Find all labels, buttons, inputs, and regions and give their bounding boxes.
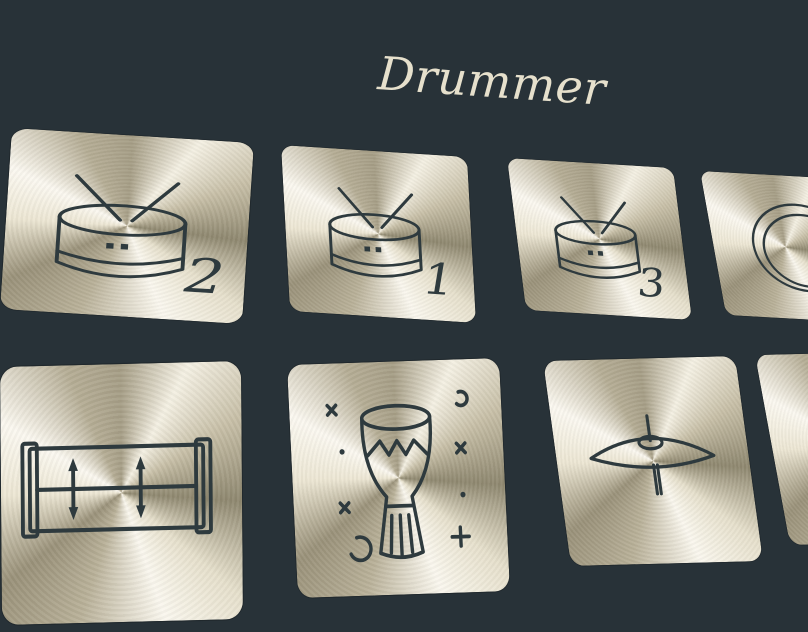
tile-snare-drum-1[interactable]: 1 — [281, 145, 476, 323]
snare-drum-icon: 1 — [328, 187, 456, 306]
cymbal-icon — [589, 414, 716, 496]
tile-partial[interactable] — [755, 351, 808, 545]
drummer-screen: Drummer 2 1 3 — [0, 0, 808, 632]
app-title: Drummer — [376, 46, 608, 116]
tile-snare-drum-3[interactable]: 3 — [507, 158, 692, 320]
tile-djembe[interactable] — [287, 358, 510, 598]
tambourine-icon — [751, 203, 808, 293]
djembe-icon — [325, 389, 471, 563]
bass-drum-icon — [20, 437, 213, 539]
drum-number: 1 — [422, 253, 456, 306]
tile-snare-drum-2[interactable]: 2 — [0, 128, 254, 324]
drum-number: 3 — [635, 259, 668, 307]
tile-bass-drum[interactable] — [0, 361, 243, 625]
drum-number: 2 — [182, 248, 227, 305]
tile-tambourine[interactable] — [700, 171, 808, 323]
tile-cymbal[interactable] — [543, 356, 763, 566]
snare-drum-icon: 3 — [554, 196, 668, 307]
snare-drum-icon: 2 — [54, 174, 227, 306]
